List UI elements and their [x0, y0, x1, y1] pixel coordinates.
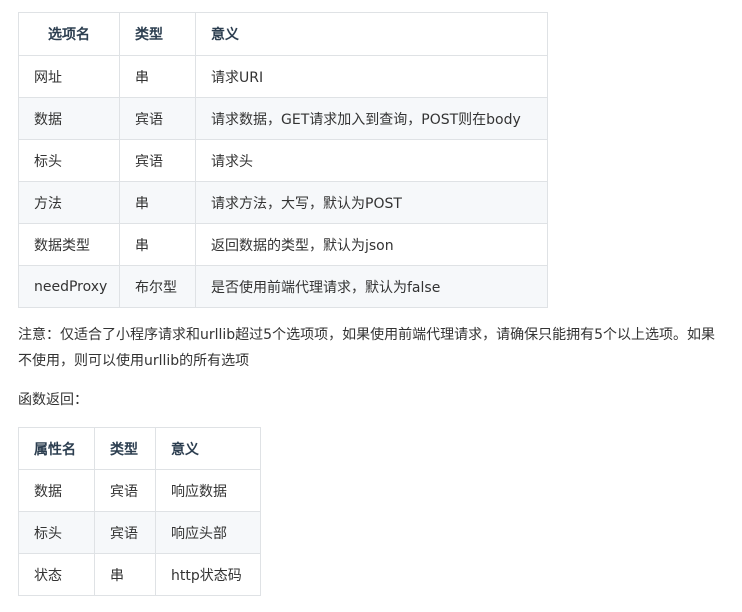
column-header: 类型: [119, 12, 196, 56]
option-meaning-cell: 请求头: [195, 139, 548, 182]
table-row: 标头 宾语 响应头部: [18, 511, 261, 554]
attr-meaning-cell: http状态码: [155, 553, 261, 596]
attr-meaning-cell: 响应数据: [155, 469, 261, 512]
return-table: 属性名 类型 意义 数据 宾语 响应数据 标头 宾语 响应头部 状态 串 htt…: [18, 427, 261, 596]
note-paragraph: 注意：仅适合了小程序请求和urllib超过5个选项项，如果使用前端代理请求，请确…: [18, 327, 715, 369]
option-name-cell: 数据: [18, 97, 120, 140]
table-row: 数据 宾语 请求数据，GET请求加入到查询，POST则在body: [18, 97, 548, 140]
table-row: 数据类型 串 返回数据的类型，默认为json: [18, 223, 548, 266]
attr-name-cell: 数据: [18, 469, 95, 512]
option-name-cell: 标头: [18, 139, 120, 182]
column-header: 意义: [195, 12, 548, 56]
table-header-row: 选项名 类型 意义: [18, 12, 548, 56]
option-type-cell: 宾语: [119, 97, 196, 140]
attr-meaning-cell: 响应头部: [155, 511, 261, 554]
attr-type-cell: 宾语: [94, 511, 156, 554]
table-row: 网址 串 请求URI: [18, 55, 548, 98]
options-table: 选项名 类型 意义 网址 串 请求URI 数据 宾语 请求数据，GET请求加入到…: [18, 12, 548, 308]
table-row: 标头 宾语 请求头: [18, 139, 548, 182]
attr-type-cell: 串: [94, 553, 156, 596]
option-meaning-cell: 请求URI: [195, 55, 548, 98]
option-meaning-cell: 请求方法，大写，默认为POST: [195, 181, 548, 224]
column-header: 意义: [155, 427, 261, 470]
table-row: 方法 串 请求方法，大写，默认为POST: [18, 181, 548, 224]
table-row: needProxy 布尔型 是否使用前端代理请求，默认为false: [18, 265, 548, 308]
option-name-cell: 方法: [18, 181, 120, 224]
attr-name-cell: 状态: [18, 553, 95, 596]
option-name-cell: needProxy: [18, 265, 120, 308]
table-header-row: 属性名 类型 意义: [18, 427, 261, 470]
option-type-cell: 布尔型: [119, 265, 196, 308]
column-header: 属性名: [18, 427, 95, 470]
option-type-cell: 宾语: [119, 139, 196, 182]
option-meaning-cell: 是否使用前端代理请求，默认为false: [195, 265, 548, 308]
column-header: 类型: [94, 427, 156, 470]
option-meaning-cell: 请求数据，GET请求加入到查询，POST则在body: [195, 97, 548, 140]
option-type-cell: 串: [119, 55, 196, 98]
attr-type-cell: 宾语: [94, 469, 156, 512]
table-row: 状态 串 http状态码: [18, 553, 261, 596]
column-header: 选项名: [18, 12, 120, 56]
option-name-cell: 数据类型: [18, 223, 120, 266]
option-name-cell: 网址: [18, 55, 120, 98]
option-type-cell: 串: [119, 181, 196, 224]
attr-name-cell: 标头: [18, 511, 95, 554]
table-row: 数据 宾语 响应数据: [18, 469, 261, 512]
option-type-cell: 串: [119, 223, 196, 266]
returns-label: 函数返回：: [18, 392, 88, 408]
option-meaning-cell: 返回数据的类型，默认为json: [195, 223, 548, 266]
